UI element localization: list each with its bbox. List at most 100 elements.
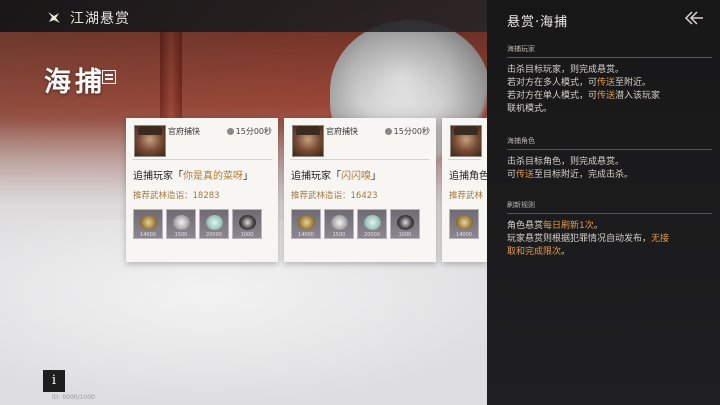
card-timer: 15分00秒 (226, 126, 272, 137)
clock-icon (384, 128, 392, 135)
card-target: 追捕玩家「你是真的菜呀」 (133, 167, 253, 182)
reward-list: 14000 1500 20000 1000 (291, 209, 420, 239)
rule-line: 击杀目标玩家，则完成悬赏。 (507, 64, 712, 77)
jade-icon (206, 215, 223, 230)
divider (448, 159, 481, 160)
silver-icon (173, 215, 190, 230)
rule-text: 。 (561, 247, 571, 257)
rule-text: 联机模式。 (507, 104, 553, 114)
bounty-card[interactable]: 官府捕快 15分00秒 追捕玩家「你是真的菜呀」 推荐武林造诣：18283 14… (126, 118, 278, 262)
reward-item[interactable]: 14000 (449, 209, 479, 239)
rule-line: 可传送至目标附近，完成击杀。 (507, 169, 712, 182)
rule-line: 若对方在单人模式，可传送潜入该玩家 (507, 90, 712, 103)
card-target: 追捕玩家「闪闪嗅」 (291, 167, 381, 182)
orb-icon (239, 215, 256, 230)
rule-text: 击杀目标角色，则完成悬赏。 (507, 157, 625, 167)
rule-line: 联机模式。 (507, 103, 712, 116)
app-title: 江湖悬赏 (70, 11, 130, 27)
section-heading: 刷新规则 (507, 200, 712, 214)
avatar (134, 125, 166, 157)
section-heading: 海捕玩家 (507, 44, 712, 58)
silver-icon (331, 215, 348, 230)
reward-qty: 1500 (332, 232, 346, 238)
bounty-card[interactable]: 官府捕快 15分00秒 追捕玩家「闪闪嗅」 推荐武林造诣：16423 14000… (284, 118, 436, 262)
rule-line: 取和完成限次。 (507, 246, 712, 259)
card-timer: 15分00秒 (384, 126, 430, 137)
timer-text: 15分00秒 (393, 127, 430, 136)
page-title: 海捕 (44, 67, 106, 98)
panel-title: 悬赏·海捕 (507, 15, 569, 30)
avatar (450, 125, 482, 157)
target-prefix: 追捕玩家「 (133, 171, 183, 182)
info-button[interactable]: i (43, 370, 65, 392)
rule-text: 潜入该玩家 (615, 91, 661, 101)
highlight-text: 传送 (597, 91, 616, 101)
target-suffix: 」 (371, 171, 381, 182)
rule-text: 至目标附近，完成击杀。 (534, 170, 634, 180)
reward-item[interactable]: 1500 (166, 209, 196, 239)
rule-line: 若对方在多人模式，可传送至附近。 (507, 77, 712, 90)
reward-qty: 1000 (398, 232, 412, 238)
rule-text: 。 (593, 221, 603, 231)
section-lines: 角色悬赏每日刷新1次。 玩家悬赏则根据犯罪情况自动发布，无接 取和完成限次。 (507, 220, 712, 259)
highlight-text: 传送 (516, 170, 535, 180)
reward-item[interactable]: 14000 (133, 209, 163, 239)
clock-icon (226, 128, 234, 135)
reward-qty: 14000 (140, 232, 156, 238)
target-name: 你是真的菜呀 (183, 171, 243, 182)
list-icon[interactable] (102, 70, 116, 84)
card-recommend: 推荐武林 (449, 191, 484, 201)
reward-qty: 1500 (174, 232, 188, 238)
jade-icon (364, 215, 381, 230)
reward-item[interactable]: 1500 (324, 209, 354, 239)
highlight-text: 传送 (597, 78, 616, 88)
reward-qty: 1000 (240, 232, 254, 238)
card-recommend: 推荐武林造诣：16423 (291, 191, 378, 201)
rule-text: 若对方在多人模式，可 (507, 78, 598, 88)
bird-icon (48, 12, 60, 23)
target-prefix: 追捕玩家「 (291, 171, 341, 182)
section-heading: 海捕角色 (507, 136, 712, 150)
reward-item[interactable]: 20000 (357, 209, 387, 239)
top-bar: 江湖悬赏 (0, 0, 487, 32)
reward-qty: 20000 (206, 232, 222, 238)
reward-item[interactable]: 1000 (232, 209, 262, 239)
card-recommend: 推荐武林造诣：18283 (133, 191, 220, 201)
avatar (292, 125, 324, 157)
rule-section: 海捕角色 击杀目标角色，则完成悬赏。可传送至目标附近，完成击杀。 (507, 136, 712, 182)
highlight-text: 每日刷新1次 (543, 221, 594, 231)
coin-icon (140, 215, 157, 230)
target-suffix: 」 (243, 171, 253, 182)
reward-qty: 14000 (298, 232, 314, 238)
rule-line: 玩家悬赏则根据犯罪情况自动发布，无接 (507, 233, 712, 246)
rule-text: 角色悬赏 (507, 221, 544, 231)
rule-text: 至附近。 (615, 78, 652, 88)
reward-item[interactable]: 1000 (390, 209, 420, 239)
reward-list: 14000 (449, 209, 479, 239)
bounty-card[interactable]: 追捕角色 推荐武林 14000 (442, 118, 487, 262)
rule-text: 若对方在单人模式，可 (507, 91, 598, 101)
rule-line: 击杀目标角色，则完成悬赏。 (507, 156, 712, 169)
section-lines: 击杀目标玩家，则完成悬赏。 若对方在多人模式，可传送至附近。 若对方在单人模式，可传… (507, 64, 712, 116)
section-lines: 击杀目标角色，则完成悬赏。可传送至目标附近，完成击杀。 (507, 156, 712, 182)
highlight-text: 无接 (651, 234, 670, 244)
card-role: 官府捕快 (326, 127, 358, 136)
reward-list: 14000 1500 20000 1000 (133, 209, 262, 239)
collapse-arrow-icon[interactable] (684, 11, 704, 25)
reward-qty: 14000 (456, 232, 472, 238)
rule-section: 刷新规则 角色悬赏每日刷新1次。 玩家悬赏则根据犯罪情况自动发布，无接 取和完成限次… (507, 200, 712, 259)
card-role: 官府捕快 (168, 127, 200, 136)
reward-item[interactable]: 14000 (291, 209, 321, 239)
rule-text: 玩家悬赏则根据犯罪情况自动发布， (507, 234, 652, 244)
target-name: 闪闪嗅 (341, 171, 371, 182)
reward-qty: 20000 (364, 232, 380, 238)
coin-icon (298, 215, 315, 230)
rule-section: 海捕玩家 击杀目标玩家，则完成悬赏。 若对方在多人模式，可传送至附近。 若对方在单人… (507, 44, 712, 116)
reward-item[interactable]: 20000 (199, 209, 229, 239)
highlight-text: 取和完成限次 (507, 247, 562, 257)
coin-icon (456, 215, 473, 230)
rules-panel: 悬赏·海捕 海捕玩家 击杀目标玩家，则完成悬赏。 若对方在多人模式，可传送至附近。… (487, 0, 720, 405)
user-id: ID: 0000/1000 (52, 394, 95, 401)
card-target: 追捕角色 (449, 171, 487, 182)
rule-line: 角色悬赏每日刷新1次。 (507, 220, 712, 233)
